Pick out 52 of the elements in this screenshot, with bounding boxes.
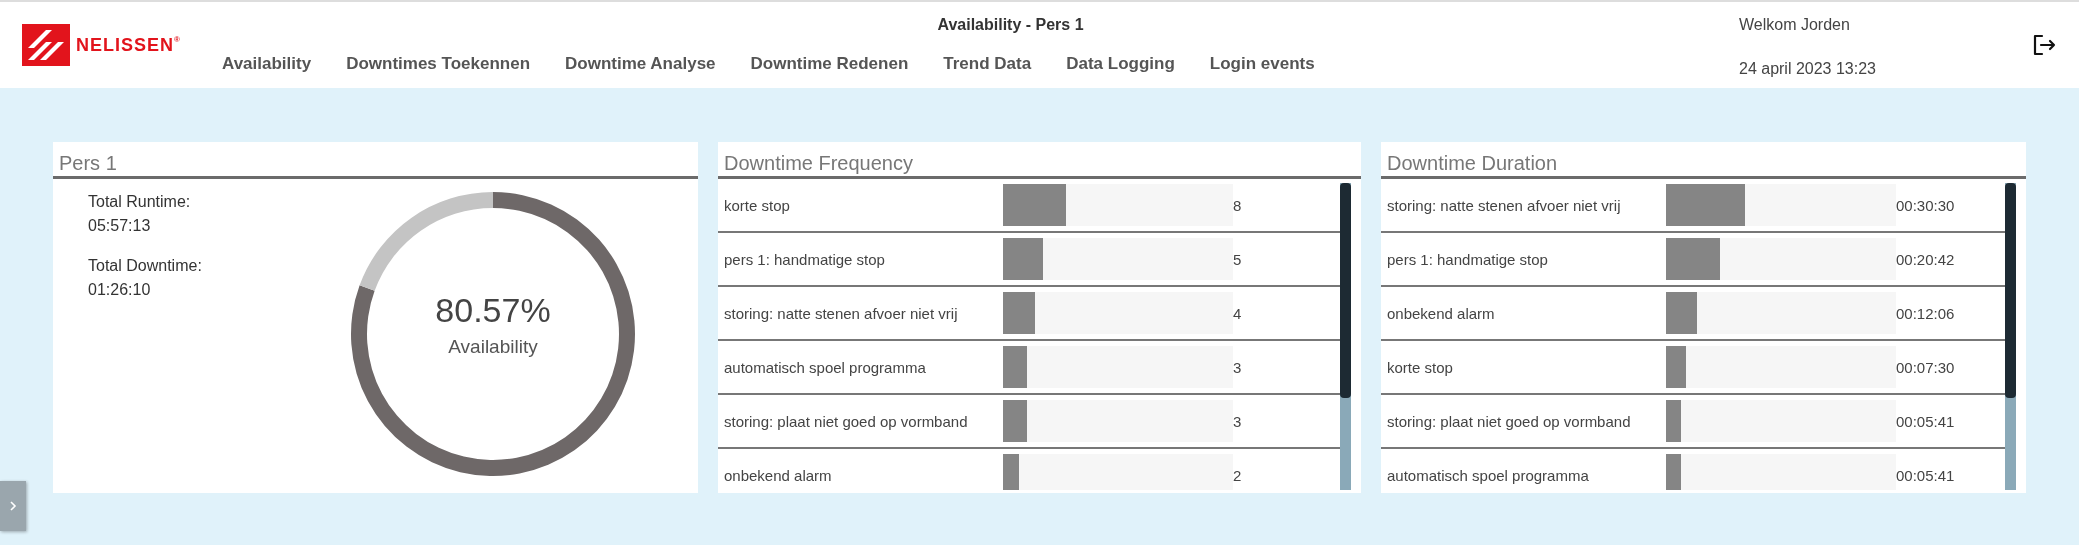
row-value: 00:30:30 [1896, 196, 1956, 214]
reason-label: automatisch spoel programma [723, 358, 927, 376]
row-value: 5 [1233, 250, 1243, 268]
row-value: 8 [1233, 196, 1243, 214]
panel-title: Downtime Duration [1381, 142, 2026, 179]
reason-label: onbekend alarm [723, 466, 833, 484]
date-time: 24 april 2023 13:23 [1739, 60, 1877, 78]
row-value: 4 [1233, 304, 1243, 322]
stat-value: 01:26:10 [88, 281, 152, 299]
scrollbar-thumb[interactable] [2005, 183, 2016, 398]
reason-label: korte stop [1386, 358, 1454, 376]
nav-link[interactable]: Data Logging [1066, 54, 1175, 78]
stat-label: Total Downtime: [88, 257, 203, 275]
row-value: 3 [1233, 412, 1243, 430]
reason-label: storing: plaat niet goed op vormband [723, 412, 969, 430]
logo-icon [22, 24, 70, 66]
gauge-value: 80.57% [435, 291, 551, 330]
panel-title: Pers 1 [53, 142, 698, 179]
logout-icon[interactable] [2032, 33, 2056, 57]
row-value: 2 [1233, 466, 1243, 484]
welcome-text: Welkom Jorden [1739, 16, 1851, 34]
gauge-label: Availability [448, 336, 538, 358]
stat-value: 05:57:13 [88, 217, 152, 235]
page-title: Availability - Pers 1 [937, 16, 1084, 33]
stat-label: Total Runtime: [88, 193, 192, 211]
nav-link[interactable]: Login events [1209, 54, 1315, 78]
nav-link[interactable]: Trend Data [943, 54, 1032, 78]
row-value: 00:05:41 [1896, 466, 1956, 484]
row-value: 00:20:42 [1896, 250, 1956, 268]
nav-link[interactable]: Downtime Redenen [750, 54, 909, 78]
reason-label: onbekend alarm [1386, 304, 1496, 322]
sidebar-toggle[interactable] [0, 481, 26, 531]
row-value: 00:12:06 [1896, 304, 1956, 322]
row-value: 3 [1233, 358, 1243, 376]
logo-text: NELISSEN® [76, 34, 181, 56]
scrollbar[interactable] [2005, 183, 2016, 490]
reason-label: pers 1: handmatige stop [1386, 250, 1549, 268]
reason-label: automatisch spoel programma [1386, 466, 1590, 484]
chevron-right-icon [9, 500, 17, 512]
reason-label: storing: plaat niet goed op vormband [1386, 412, 1632, 430]
reason-label: storing: natte stenen afvoer niet vrij [1386, 196, 1622, 214]
scrollbar[interactable] [1340, 183, 1351, 490]
reason-label: storing: natte stenen afvoer niet vrij [723, 304, 959, 322]
row-value: 00:05:41 [1896, 412, 1956, 430]
scrollbar-thumb[interactable] [1340, 183, 1351, 398]
row-value: 00:07:30 [1896, 358, 1956, 376]
reason-label: pers 1: handmatige stop [723, 250, 886, 268]
nav-link[interactable]: Downtime Analyse [565, 54, 716, 78]
nav-link[interactable]: Availability [222, 54, 312, 78]
reason-label: korte stop [723, 196, 791, 214]
nav-link[interactable]: Downtimes Toekennen [346, 54, 531, 78]
panel-title: Downtime Frequency [718, 142, 1361, 179]
